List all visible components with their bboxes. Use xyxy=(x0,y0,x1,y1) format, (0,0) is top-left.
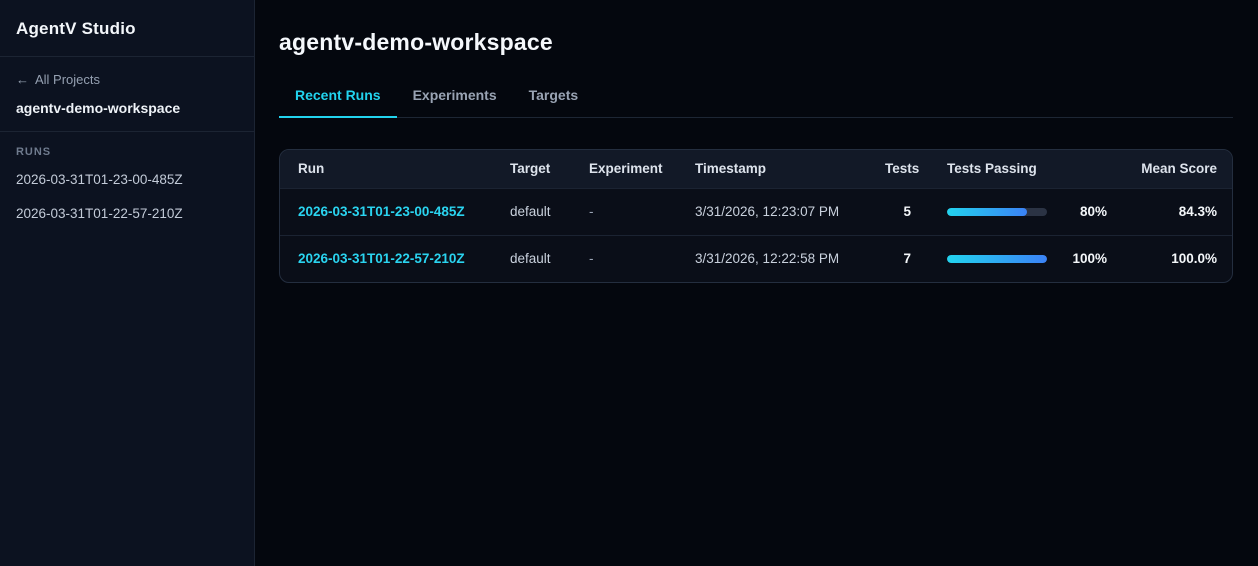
col-header-tests: Tests xyxy=(885,161,920,177)
app-title: AgentV Studio xyxy=(16,19,136,38)
col-header-timestamp: Timestamp xyxy=(695,161,767,177)
experiment-cell: - xyxy=(589,204,594,219)
all-projects-link[interactable]: ← All Projects xyxy=(16,72,100,87)
sidebar-run-item[interactable]: 2026-03-31T01-23-00-485Z xyxy=(16,172,238,187)
col-header-run: Run xyxy=(298,161,325,177)
main-content: agentv-demo-workspace Recent Runs Experi… xyxy=(255,0,1258,566)
run-link[interactable]: 2026-03-31T01-23-00-485Z xyxy=(298,204,465,219)
target-cell: default xyxy=(510,204,551,219)
all-projects-label: All Projects xyxy=(35,72,101,87)
tab-experiments[interactable]: Experiments xyxy=(397,87,513,118)
sidebar-project-section: ← All Projects agentv-demo-workspace xyxy=(0,57,254,132)
sidebar: AgentV Studio ← All Projects agentv-demo… xyxy=(0,0,255,566)
sidebar-workspace-name[interactable]: agentv-demo-workspace xyxy=(16,100,238,116)
progress-bar-fill xyxy=(947,207,1027,216)
tests-count-cell: 5 xyxy=(903,204,911,219)
runs-table: Run Target Experiment Timestamp Tests Te… xyxy=(280,150,1232,282)
tab-targets[interactable]: Targets xyxy=(513,87,595,118)
progress-bar xyxy=(947,207,1047,216)
progress-bar xyxy=(947,254,1047,263)
sidebar-runs-section: RUNS 2026-03-31T01-23-00-485Z 2026-03-31T… xyxy=(0,132,254,252)
timestamp-cell: 3/31/2026, 12:22:58 PM xyxy=(695,251,840,267)
experiment-cell: - xyxy=(589,251,594,267)
runs-table-card: Run Target Experiment Timestamp Tests Te… xyxy=(279,149,1233,283)
tests-count-cell: 7 xyxy=(903,251,911,267)
table-row: 2026-03-31T01-22-57-210Z default - 3/31/… xyxy=(280,235,1232,282)
tests-passing-cell: 80% xyxy=(947,204,1107,219)
tests-passing-cell: 100% xyxy=(947,251,1107,266)
passing-percent-label: 80% xyxy=(1079,204,1107,219)
back-arrow-icon: ← xyxy=(16,72,29,87)
run-link[interactable]: 2026-03-31T01-22-57-210Z xyxy=(298,251,465,266)
col-header-mean-score: Mean Score xyxy=(1141,161,1217,177)
progress-bar-fill xyxy=(947,254,1047,263)
col-header-tests-passing: Tests Passing xyxy=(947,161,1037,177)
col-header-experiment: Experiment xyxy=(589,161,663,177)
tab-bar: Recent Runs Experiments Targets xyxy=(279,87,1233,118)
table-header-row: Run Target Experiment Timestamp Tests Te… xyxy=(280,150,1232,188)
mean-score-cell: 100.0% xyxy=(1171,251,1217,267)
page-title: agentv-demo-workspace xyxy=(279,29,553,55)
target-cell: default xyxy=(510,251,551,267)
sidebar-header: AgentV Studio xyxy=(0,0,254,57)
passing-percent-label: 100% xyxy=(1072,251,1107,267)
runs-section-heading: RUNS xyxy=(16,146,52,158)
mean-score-cell: 84.3% xyxy=(1178,204,1217,219)
table-row: 2026-03-31T01-23-00-485Z default - 3/31/… xyxy=(280,188,1232,235)
sidebar-run-item[interactable]: 2026-03-31T01-22-57-210Z xyxy=(16,206,238,221)
sidebar-run-list: 2026-03-31T01-23-00-485Z 2026-03-31T01-22… xyxy=(16,172,238,221)
col-header-target: Target xyxy=(510,161,551,177)
tab-recent-runs[interactable]: Recent Runs xyxy=(279,87,397,118)
timestamp-cell: 3/31/2026, 12:23:07 PM xyxy=(695,204,840,219)
